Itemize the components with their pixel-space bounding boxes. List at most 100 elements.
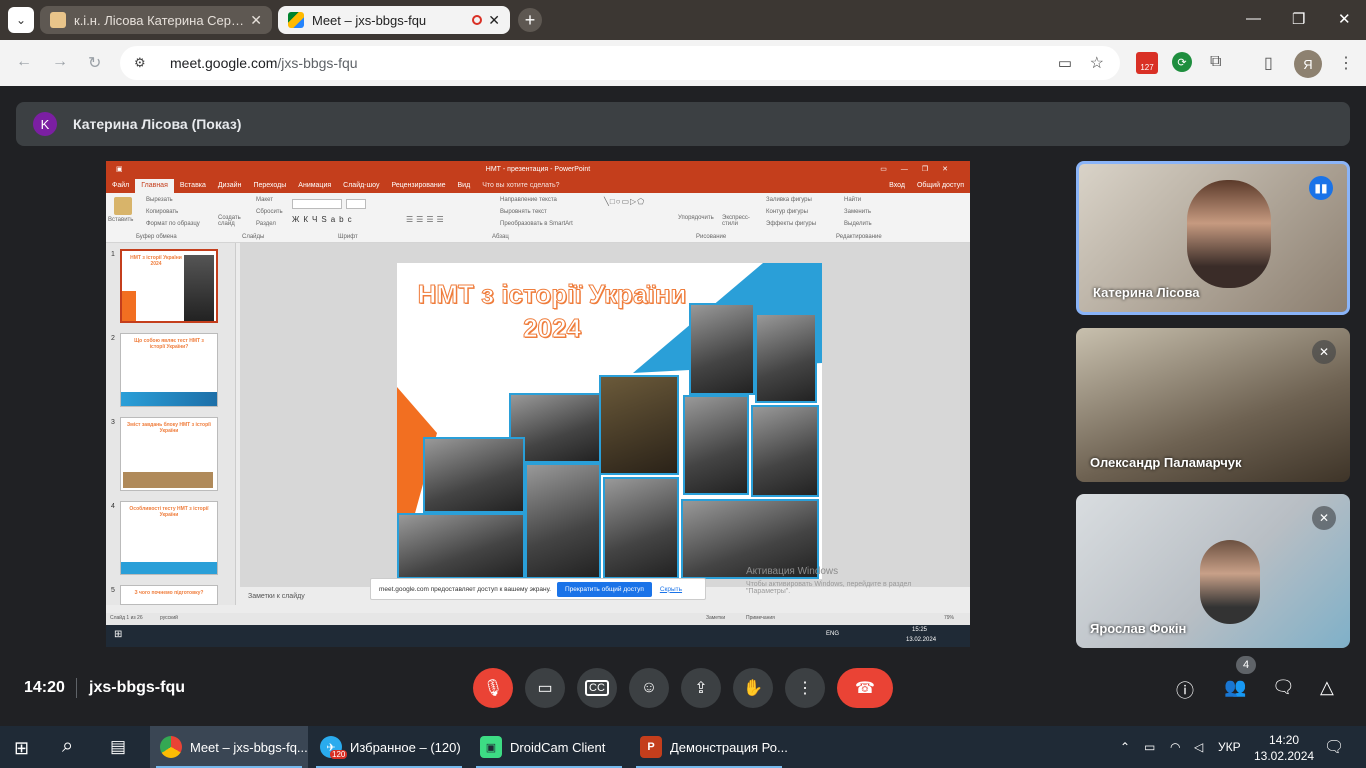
task-view-icon[interactable]: ▤ [110,737,126,757]
ppt-tab: Вид [457,182,471,189]
restore-icon[interactable]: ❐ [1292,10,1305,28]
tab-meet[interactable]: Meet – jxs-bbgs-fqu ✕ [278,6,510,34]
calendar-extension-icon[interactable]: 127 [1136,52,1158,74]
ppt-tab-active: Главная [135,179,174,193]
chat-icon[interactable]: 🗨 [1272,677,1295,698]
present-screen-icon: ⇪ [694,680,708,697]
tab-close-icon[interactable]: ✕ [250,12,262,29]
portrait-photo [689,303,755,395]
taskbar-item-droidcam[interactable]: ▣ DroidCam Client [470,726,628,768]
slide-title: НМТ з історії України 2024 [407,277,697,345]
inner-language: ENG [826,631,840,637]
reset-label: Сбросить [256,209,283,215]
reload-icon[interactable]: ↻ [88,53,101,73]
taskbar-item-label: DroidCam Client [510,739,606,755]
presenter-name: Катерина Лісова (Показ) [73,116,242,132]
ppt-tab: Рецензирование [391,182,446,189]
new-tab-button[interactable]: + [518,8,542,32]
tab-katerina-lisova[interactable]: к.і.н. Лісова Катерина Сергіївна ✕ [40,6,272,34]
slide-thumbnail: Особливості тесту НМТ з історії України [120,501,218,575]
taskbar-item-telegram[interactable]: ✈ 120 Избранное – (120) [310,726,468,768]
site-favicon-icon [50,12,66,28]
status-slide-count: Слайд 1 из 26 [110,615,143,621]
status-comments: Примечания [746,615,775,621]
paragraph-icons: ☰☰☰☰ [406,215,447,224]
ribbon-group-editing: Редактирование [836,234,882,240]
participant-tile[interactable]: ✕ Ярослав Фокін [1076,494,1350,648]
camera-permission-icon[interactable]: ▭ [1058,54,1072,72]
more-options-button[interactable]: ⋮ [785,668,825,708]
slide-thumbnail: НМТ з історії України 2024 [120,249,218,323]
emoji-button[interactable]: ☺ [629,668,669,708]
powerpoint-ribbon-tabs: Файл Главная Вставка Дизайн Переходы Ани… [106,177,970,193]
tab-search-chevron-icon[interactable]: ⌄ [8,7,34,33]
activation-watermark: Активация Windows [746,566,839,577]
captions-icon: CC [585,680,609,696]
thumb-number: 1 [111,251,115,258]
profile-avatar[interactable]: Я [1294,50,1322,78]
painting-photo [525,463,601,579]
forward-icon[interactable]: → [52,53,68,71]
stop-sharing-button[interactable]: Прекратить общий доступ [557,581,652,597]
dance-photo [397,513,525,579]
raise-hand-button[interactable]: ✋ [733,668,773,708]
meeting-info-icon[interactable]: ⓘ [1176,677,1194,703]
address-bar[interactable]: ⚙ meet.google.com/jxs-bbgs-fqu ▭ ☆ [120,46,1120,80]
side-panel-icon[interactable]: ▯ [1264,53,1273,73]
participant-tile[interactable]: ✕ Олександр Паламарчук [1076,328,1350,482]
shared-screen: ▣ НМТ - презентация - PowerPoint ▭—❐✕ Фа… [106,161,970,647]
extensions-puzzle-icon[interactable]: ⧉ [1210,53,1221,71]
screen-share-notice: meet.google.com предоставляет доступ к в… [370,578,706,600]
tray-overflow-icon[interactable]: ⌃ [1120,740,1130,754]
url-path: /jxs-bbgs-fqu [277,55,358,71]
more-vertical-icon: ⋮ [797,680,813,697]
powerpoint-icon: P [640,736,662,758]
hide-notice-link[interactable]: Скрыть [660,586,682,593]
taskbar-clock[interactable]: 14:20 13.02.2024 [1254,732,1314,764]
sync-extension-icon[interactable]: ⟳ [1172,52,1192,72]
tab-close-icon[interactable]: ✕ [488,12,500,29]
bookmark-star-icon[interactable]: ☆ [1090,53,1104,73]
font-name-box [292,199,342,209]
taskbar-item-powerpoint[interactable]: P Демонстрация Ро... [630,726,788,768]
mic-off-icon: ✕ [1312,340,1336,364]
url-host: meet.google.com [170,55,278,71]
camera-icon: ▭ [537,680,553,697]
ppt-share: Общий доступ [916,182,964,189]
participant-name: Олександр Паламарчук [1090,455,1242,470]
arrange-label: Упорядочить [678,215,714,221]
chrome-menu-icon[interactable]: ⋮ [1338,53,1354,73]
meet-control-bar: 14:20 jxs-bbgs-fqu 🎙 ▭ CC ☺ ⇪ ✋ ⋮ ☎ ⓘ 👥 … [0,656,1366,720]
battery-icon[interactable]: ▭ [1144,740,1155,754]
replace-label: Заменить [844,209,871,215]
taskbar-item-chrome[interactable]: Meet – jxs-bbgs-fq... [150,726,308,768]
back-icon[interactable]: ← [16,53,32,71]
participant-name: Ярослав Фокін [1090,621,1187,636]
slide-title-line1: НМТ з історії України [417,279,687,310]
wifi-icon[interactable]: ◠ [1170,740,1180,754]
font-size-box [346,199,366,209]
people-icon[interactable]: 👥 [1224,677,1246,698]
notifications-icon[interactable]: 🗨 [1324,737,1344,757]
leave-call-button[interactable]: ☎ [837,668,893,708]
presenter-avatar: K [33,112,57,136]
volume-icon[interactable]: ◁ [1194,740,1203,754]
search-icon[interactable]: ⌕ [62,735,73,758]
portrait-photo [683,395,749,495]
present-button[interactable]: ⇪ [681,668,721,708]
find-label: Найти [844,197,862,203]
participant-tile[interactable]: ▮▮ Катерина Лісова [1076,161,1350,315]
mic-toggle-button[interactable]: 🎙 [473,668,513,708]
captions-button[interactable]: CC [577,668,617,708]
camera-toggle-button[interactable]: ▭ [525,668,565,708]
close-window-icon[interactable]: ✕ [1338,10,1351,28]
ribbon-group-clipboard: Буфер обмена [136,234,177,240]
windows-start-icon[interactable]: ⊞ [14,738,29,759]
minimize-icon[interactable]: — [1246,10,1261,27]
paste-icon [114,197,132,215]
activities-icon[interactable]: △ [1320,677,1334,698]
thumb-number: 2 [111,335,115,342]
site-info-icon[interactable]: ⚙ [134,55,154,71]
input-language[interactable]: УКР [1218,740,1241,754]
windows-taskbar: ⊞ ⌕ ▤ Meet – jxs-bbgs-fq... ✈ 120 Избранн… [0,726,1366,768]
